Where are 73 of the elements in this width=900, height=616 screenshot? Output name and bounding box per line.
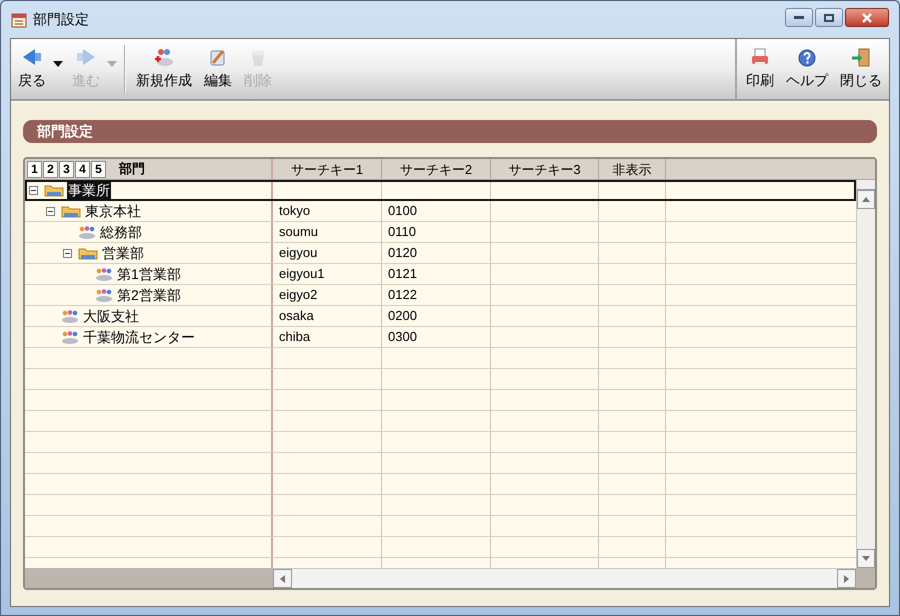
right-arrow-icon <box>75 47 97 68</box>
column-header: サーチキー3 <box>491 159 599 179</box>
people-icon <box>78 225 96 239</box>
maximize-button[interactable] <box>815 8 843 27</box>
tree-item[interactable]: 総務部 <box>99 222 143 242</box>
scroll-up-button[interactable] <box>857 190 875 209</box>
column-header: サーチキー1 <box>273 159 382 179</box>
close-button[interactable] <box>845 8 889 27</box>
people-icon <box>61 309 79 323</box>
minimize-button[interactable] <box>785 8 813 27</box>
folder-icon <box>78 246 98 260</box>
table-cell: eigyou <box>279 245 318 260</box>
down-triangle-icon <box>862 556 870 561</box>
table-cell: soumu <box>279 224 318 239</box>
level-button[interactable]: 2 <box>43 160 58 178</box>
left-arrow-icon <box>21 47 43 68</box>
tree-item[interactable]: 東京本社 <box>84 202 142 220</box>
panel-header: 部門設定 <box>23 120 877 143</box>
table-cell: 0300 <box>388 329 417 344</box>
toolbar-button[interactable]: 戻る <box>13 43 51 95</box>
table-cell: osaka <box>279 308 314 323</box>
tree-item[interactable]: 第2営業部 <box>116 286 182 304</box>
folder-icon <box>44 183 64 197</box>
table-cell: 0120 <box>388 245 417 260</box>
vertical-scrollbar[interactable] <box>856 180 875 568</box>
calendar-icon <box>11 12 27 28</box>
table-cell: 0100 <box>388 203 417 218</box>
level-button[interactable]: 5 <box>91 160 106 178</box>
column-header: 部門 <box>119 160 145 178</box>
caret-icon <box>53 61 63 67</box>
tree-item[interactable]: 第1営業部 <box>116 264 182 284</box>
window-title: 部門設定 <box>33 10 89 29</box>
column-header: 非表示 <box>599 159 666 179</box>
column-header: サーチキー2 <box>382 159 491 179</box>
scroll-right-button[interactable] <box>837 569 856 588</box>
caret-icon <box>107 61 117 67</box>
scroll-left-button[interactable] <box>273 569 292 588</box>
x-icon <box>861 12 873 22</box>
table-cell: 0110 <box>388 224 416 239</box>
help-icon <box>796 47 818 68</box>
add-people-icon <box>153 47 175 68</box>
level-button[interactable]: 4 <box>75 160 90 178</box>
level-button[interactable]: 3 <box>59 160 74 178</box>
table-cell: eigyo2 <box>279 287 318 302</box>
toolbar-button[interactable]: 新規作成 <box>131 43 197 95</box>
tree-item[interactable]: 営業部 <box>101 244 145 262</box>
people-icon <box>61 330 79 344</box>
tree-item[interactable]: 大阪支社 <box>82 306 140 326</box>
collapse-icon[interactable] <box>29 186 38 194</box>
left-triangle-icon <box>280 574 285 582</box>
up-triangle-icon <box>862 197 870 202</box>
toolbar-button[interactable]: ヘルプ <box>781 43 833 95</box>
level-button[interactable]: 1 <box>27 160 42 178</box>
folder-icon <box>61 204 81 218</box>
table-cell: 0200 <box>388 308 417 323</box>
people-icon <box>95 267 113 281</box>
table-cell: 0121 <box>388 266 417 281</box>
table-cell: 0122 <box>388 287 417 302</box>
tree-item[interactable]: 千葉物流センター <box>82 328 196 346</box>
toolbar-button[interactable]: 編集 <box>199 43 237 95</box>
table-cell: chiba <box>279 329 310 344</box>
table-cell: eigyou1 <box>279 266 325 281</box>
tree-item[interactable]: 事業所 <box>67 180 111 200</box>
right-triangle-icon <box>844 574 849 582</box>
table-cell: tokyo <box>279 203 310 218</box>
collapse-icon[interactable] <box>63 248 72 258</box>
horizontal-scrollbar[interactable] <box>273 568 856 588</box>
exit-door-icon <box>850 47 872 68</box>
collapse-icon[interactable] <box>46 206 55 216</box>
toolbar-button[interactable]: 印刷 <box>741 43 779 95</box>
scroll-down-button[interactable] <box>857 549 875 568</box>
people-icon <box>95 288 113 302</box>
toolbar-button[interactable]: 閉じる <box>835 43 887 95</box>
